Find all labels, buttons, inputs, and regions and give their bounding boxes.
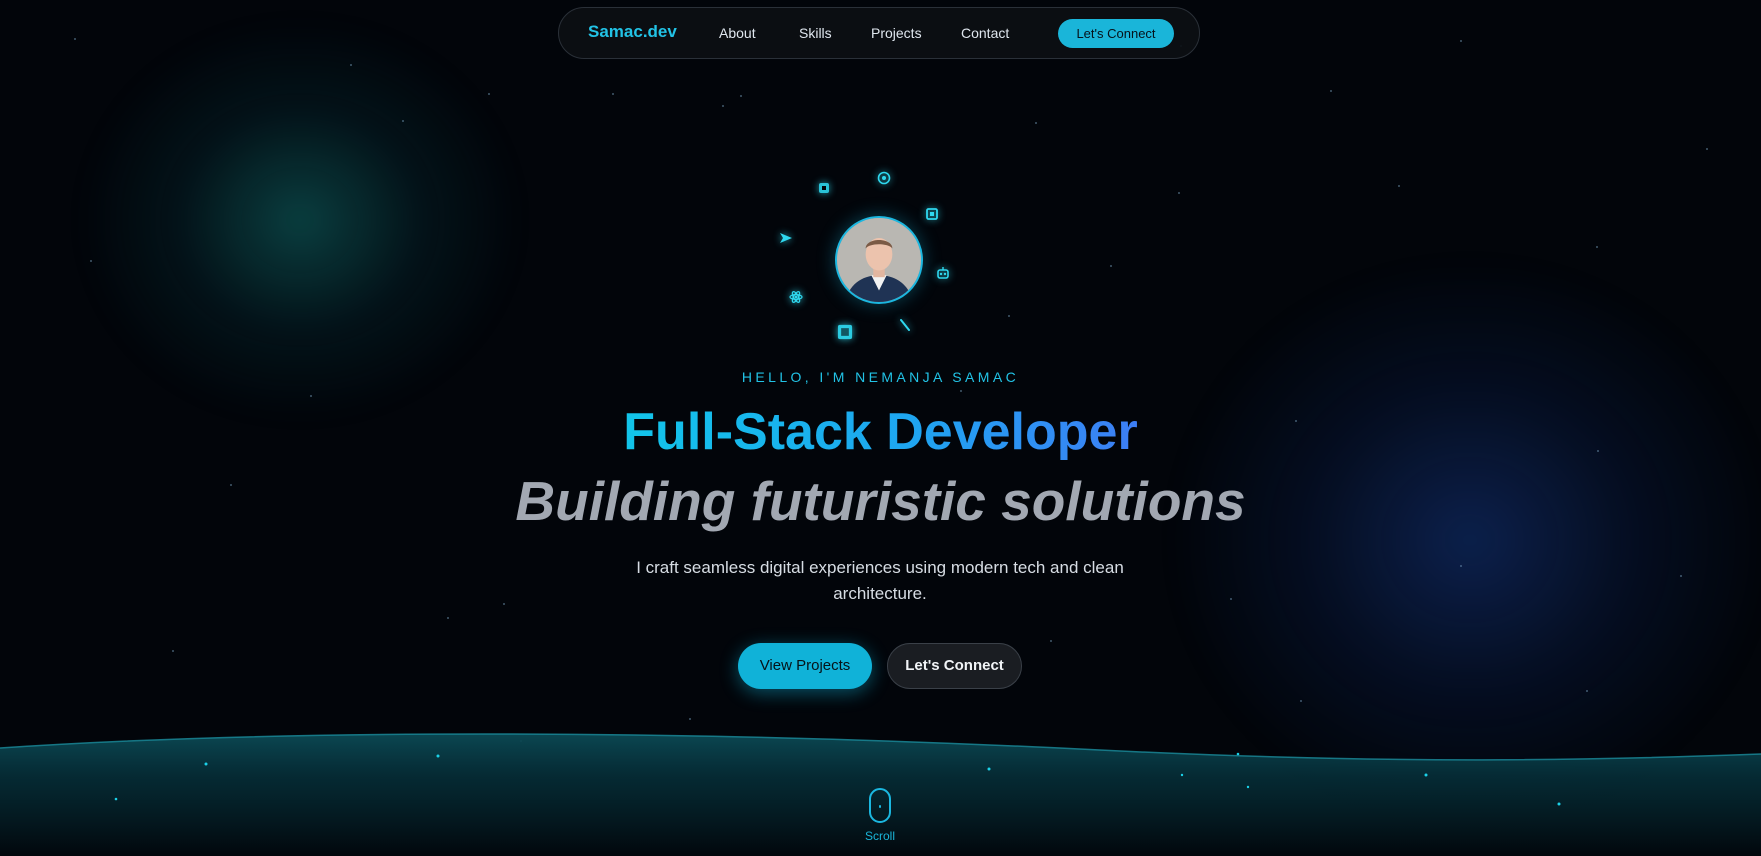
react-icon	[877, 171, 891, 185]
star	[74, 38, 76, 40]
star	[1596, 246, 1598, 248]
star	[960, 390, 962, 392]
star	[722, 105, 724, 107]
brand-logo[interactable]: Samac.dev	[588, 22, 677, 42]
star	[1330, 90, 1332, 92]
star	[1035, 122, 1037, 124]
stack-icon	[836, 323, 854, 341]
star	[1178, 192, 1180, 194]
view-projects-button[interactable]: View Projects	[738, 643, 872, 689]
nav-link-skills[interactable]: Skills	[799, 25, 832, 41]
profile-avatar	[835, 216, 923, 304]
background-glow-left	[80, 20, 520, 420]
star	[172, 650, 174, 652]
send-icon	[779, 231, 793, 245]
star	[740, 95, 742, 97]
star	[1460, 565, 1462, 567]
star	[1398, 185, 1400, 187]
mouse-icon[interactable]	[869, 788, 891, 823]
star	[488, 93, 490, 95]
star	[1460, 40, 1462, 42]
hero-description: I craft seamless digital experiences usi…	[636, 558, 1124, 603]
top-navbar: Samac.dev About Skills Projects Contact …	[558, 7, 1200, 59]
star	[1300, 700, 1302, 702]
hero-title: Full-Stack Developer	[0, 401, 1761, 463]
star	[503, 603, 505, 605]
logo-icon	[817, 181, 831, 195]
star	[612, 93, 614, 95]
nav-link-projects[interactable]: Projects	[871, 25, 922, 41]
star	[1706, 148, 1708, 150]
pen-icon	[898, 318, 912, 332]
star	[1586, 690, 1588, 692]
nav-link-about[interactable]: About	[719, 25, 756, 41]
star	[1050, 640, 1052, 642]
lets-connect-button[interactable]: Let's Connect	[887, 643, 1022, 689]
nav-connect-button[interactable]: Let's Connect	[1058, 19, 1174, 48]
star	[402, 120, 404, 122]
nav-link-contact[interactable]: Contact	[961, 25, 1009, 41]
star	[1008, 315, 1010, 317]
star	[350, 64, 352, 66]
hero-title-text: Full-Stack Developer	[623, 403, 1138, 461]
code-box-icon	[925, 207, 939, 221]
hero-subtitle: Building futuristic solutions	[515, 470, 1246, 532]
star	[1110, 265, 1112, 267]
atom-icon	[789, 290, 803, 304]
scroll-indicator-label[interactable]: Scroll	[840, 829, 920, 843]
star	[1230, 598, 1232, 600]
star	[1680, 575, 1682, 577]
star	[310, 395, 312, 397]
star	[90, 260, 92, 262]
robot-icon	[936, 266, 950, 280]
star	[447, 617, 449, 619]
hero-greeting: HELLO, I'M NEMANJA SAMAC	[741, 369, 1020, 385]
